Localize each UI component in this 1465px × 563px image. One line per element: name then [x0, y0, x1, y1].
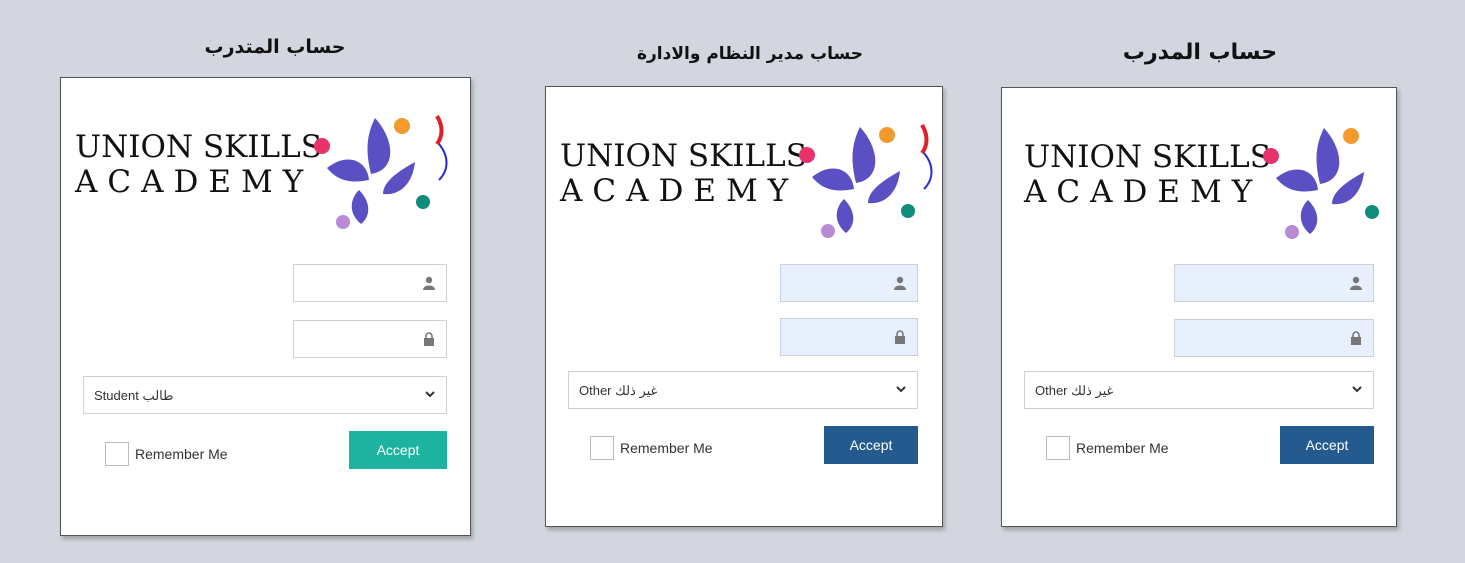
logo-text-line2: ACADEMY — [560, 173, 799, 209]
user-icon — [1350, 276, 1362, 290]
accept-button[interactable]: Accept — [1280, 426, 1374, 464]
panel-title-admin: حساب مدير النظام والادارة — [636, 44, 864, 64]
account-type-value: Other غير ذلك — [1035, 383, 1114, 398]
panel-title-trainee: حساب المتدرب — [204, 36, 346, 58]
account-type-select[interactable]: Other غير ذلك — [568, 371, 918, 409]
account-type-value: Other غير ذلك — [579, 383, 658, 398]
logo-mark-icon — [314, 114, 448, 229]
lock-icon — [424, 332, 434, 346]
remember-me-checkbox[interactable] — [1046, 436, 1070, 460]
academy-logo: UNION SKILLS ACADEMY — [1024, 120, 1404, 240]
logo-text-line2: ACADEMY — [75, 164, 314, 200]
logo-text-line1: UNION SKILLS — [1024, 139, 1271, 175]
chevron-down-icon — [1352, 386, 1362, 393]
password-field[interactable] — [780, 318, 918, 356]
account-type-select[interactable]: Other غير ذلك — [1024, 371, 1374, 409]
chevron-down-icon — [425, 391, 435, 398]
login-card-admin: UNION SKILLS ACADEMY Other غير ذلك Remem… — [545, 86, 943, 527]
remember-me-label: Remember Me — [620, 440, 713, 456]
logo-text-line1: UNION SKILLS — [560, 138, 807, 174]
remember-me[interactable]: Remember Me — [590, 436, 713, 460]
password-field[interactable] — [1174, 319, 1374, 357]
remember-me-label: Remember Me — [1076, 440, 1169, 456]
password-input[interactable] — [1175, 320, 1373, 356]
academy-logo: UNION SKILLS ACADEMY — [560, 119, 940, 239]
username-field[interactable] — [780, 264, 918, 302]
login-card-trainee: UNION SKILLS ACADEMY Student طالب Rememb… — [60, 77, 471, 536]
logo-text-line1: UNION SKILLS — [75, 129, 322, 165]
logo-mark-icon — [799, 123, 933, 238]
lock-icon — [895, 330, 905, 344]
username-input[interactable] — [1175, 265, 1373, 301]
accept-button[interactable]: Accept — [349, 431, 447, 469]
accept-button[interactable]: Accept — [824, 426, 918, 464]
username-field[interactable] — [293, 264, 447, 302]
account-type-value: Student طالب — [94, 388, 174, 403]
academy-logo: UNION SKILLS ACADEMY — [75, 110, 455, 230]
lock-icon — [1351, 331, 1361, 345]
remember-me-checkbox[interactable] — [590, 436, 614, 460]
logo-mark-icon — [1263, 128, 1379, 239]
user-icon — [423, 276, 435, 290]
logo-text-line2: ACADEMY — [1024, 174, 1263, 210]
remember-me-label: Remember Me — [135, 446, 228, 462]
password-field[interactable] — [293, 320, 447, 358]
username-field[interactable] — [1174, 264, 1374, 302]
chevron-down-icon — [896, 386, 906, 393]
panel-title-trainer: حساب المدرب — [1122, 40, 1278, 65]
remember-me[interactable]: Remember Me — [1046, 436, 1169, 460]
account-type-select[interactable]: Student طالب — [83, 376, 447, 414]
remember-me[interactable]: Remember Me — [105, 442, 228, 466]
login-card-trainer: UNION SKILLS ACADEMY Other غير ذلك Remem… — [1001, 87, 1397, 527]
remember-me-checkbox[interactable] — [105, 442, 129, 466]
user-icon — [894, 276, 906, 290]
